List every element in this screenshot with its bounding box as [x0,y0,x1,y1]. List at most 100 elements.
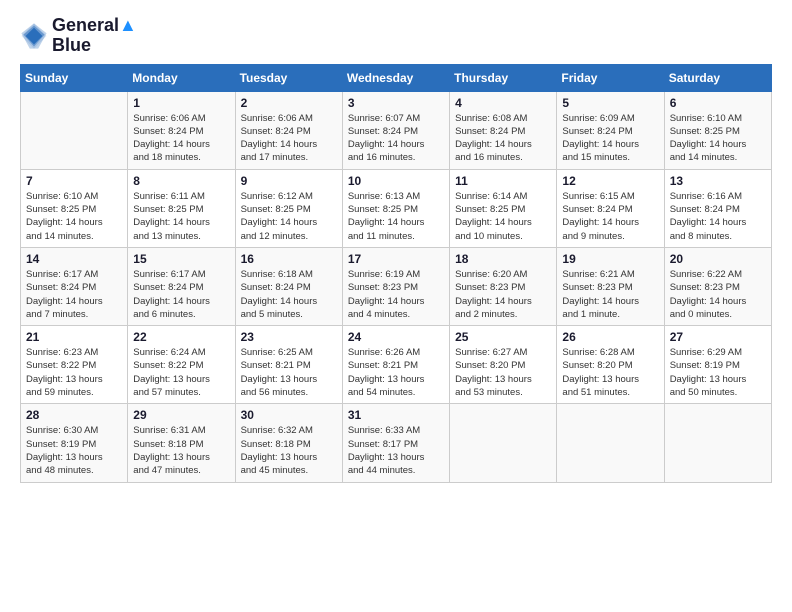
calendar-cell: 18Sunrise: 6:20 AMSunset: 8:23 PMDayligh… [450,247,557,325]
calendar-cell: 31 Sunrise: 6:33 AMSunset: 8:17 PMDayligh… [342,404,449,482]
calendar-cell: 2 Sunrise: 6:06 AMSunset: 8:24 PMDaylight… [235,91,342,169]
calendar-cell: 4 Sunrise: 6:08 AMSunset: 8:24 PMDaylight… [450,91,557,169]
day-number: 15 [133,252,229,266]
weekday-header-tuesday: Tuesday [235,64,342,91]
calendar-cell: 12 Sunrise: 6:15 AMSunset: 8:24 PMDayligh… [557,169,664,247]
day-info: Sunrise: 6:17 AMSunset: 8:24 PMDaylight:… [26,268,122,321]
weekday-header-saturday: Saturday [664,64,771,91]
calendar-cell: 23 Sunrise: 6:25 AMSunset: 8:21 PMDayligh… [235,326,342,404]
day-info: Sunrise: 6:26 AMSunset: 8:21 PMDaylight:… [348,346,444,399]
day-info: Sunrise: 6:16 AMSunset: 8:24 PMDaylight:… [670,190,766,243]
day-info: Sunrise: 6:32 AMSunset: 8:18 PMDaylight:… [241,424,337,477]
day-info: Sunrise: 6:22 AMSunset: 8:23 PMDaylight:… [670,268,766,321]
day-info: Sunrise: 6:29 AMSunset: 8:19 PMDaylight:… [670,346,766,399]
day-info: Sunrise: 6:10 AMSunset: 8:25 PMDaylight:… [26,190,122,243]
day-number: 25 [455,330,551,344]
day-info: Sunrise: 6:13 AMSunset: 8:25 PMDaylight:… [348,190,444,243]
calendar-cell: 11 Sunrise: 6:14 AMSunset: 8:25 PMDayligh… [450,169,557,247]
calendar-cell: 17 Sunrise: 6:19 AMSunset: 8:23 PMDayligh… [342,247,449,325]
day-info: Sunrise: 6:11 AMSunset: 8:25 PMDaylight:… [133,190,229,243]
day-number: 24 [348,330,444,344]
day-number: 31 [348,408,444,422]
calendar-cell: 5 Sunrise: 6:09 AMSunset: 8:24 PMDaylight… [557,91,664,169]
day-number: 1 [133,96,229,110]
weekday-header-sunday: Sunday [21,64,128,91]
day-info: Sunrise: 6:07 AMSunset: 8:24 PMDaylight:… [348,112,444,165]
calendar-cell: 8 Sunrise: 6:11 AMSunset: 8:25 PMDaylight… [128,169,235,247]
day-info: Sunrise: 6:18 AMSunset: 8:24 PMDaylight:… [241,268,337,321]
calendar-cell: 24 Sunrise: 6:26 AMSunset: 8:21 PMDayligh… [342,326,449,404]
day-number: 13 [670,174,766,188]
logo: General▲ Blue [20,16,137,56]
day-info: Sunrise: 6:19 AMSunset: 8:23 PMDaylight:… [348,268,444,321]
week-row-5: 28 Sunrise: 6:30 AMSunset: 8:19 PMDayligh… [21,404,772,482]
day-number: 18 [455,252,551,266]
week-row-1: 1 Sunrise: 6:06 AMSunset: 8:24 PMDaylight… [21,91,772,169]
day-number: 9 [241,174,337,188]
calendar-cell [557,404,664,482]
calendar-cell: 27Sunrise: 6:29 AMSunset: 8:19 PMDayligh… [664,326,771,404]
calendar-cell: 30 Sunrise: 6:32 AMSunset: 8:18 PMDayligh… [235,404,342,482]
day-info: Sunrise: 6:33 AMSunset: 8:17 PMDaylight:… [348,424,444,477]
day-info: Sunrise: 6:12 AMSunset: 8:25 PMDaylight:… [241,190,337,243]
calendar-cell: 26Sunrise: 6:28 AMSunset: 8:20 PMDayligh… [557,326,664,404]
calendar-cell: 28 Sunrise: 6:30 AMSunset: 8:19 PMDayligh… [21,404,128,482]
calendar-cell [450,404,557,482]
calendar-cell: 22Sunrise: 6:24 AMSunset: 8:22 PMDayligh… [128,326,235,404]
day-number: 20 [670,252,766,266]
weekday-header-monday: Monday [128,64,235,91]
day-number: 23 [241,330,337,344]
calendar-cell: 16 Sunrise: 6:18 AMSunset: 8:24 PMDayligh… [235,247,342,325]
day-info: Sunrise: 6:30 AMSunset: 8:19 PMDaylight:… [26,424,122,477]
day-info: Sunrise: 6:23 AMSunset: 8:22 PMDaylight:… [26,346,122,399]
day-info: Sunrise: 6:27 AMSunset: 8:20 PMDaylight:… [455,346,551,399]
calendar-cell: 13 Sunrise: 6:16 AMSunset: 8:24 PMDayligh… [664,169,771,247]
day-info: Sunrise: 6:08 AMSunset: 8:24 PMDaylight:… [455,112,551,165]
day-number: 17 [348,252,444,266]
day-number: 11 [455,174,551,188]
day-number: 2 [241,96,337,110]
calendar-cell [21,91,128,169]
logo-text: General▲ Blue [52,16,137,56]
calendar-cell: 19 Sunrise: 6:21 AMSunset: 8:23 PMDayligh… [557,247,664,325]
calendar-cell: 1 Sunrise: 6:06 AMSunset: 8:24 PMDaylight… [128,91,235,169]
day-number: 12 [562,174,658,188]
calendar-cell: 25 Sunrise: 6:27 AMSunset: 8:20 PMDayligh… [450,326,557,404]
day-number: 3 [348,96,444,110]
day-number: 28 [26,408,122,422]
day-info: Sunrise: 6:31 AMSunset: 8:18 PMDaylight:… [133,424,229,477]
day-number: 21 [26,330,122,344]
calendar-cell: 15Sunrise: 6:17 AMSunset: 8:24 PMDayligh… [128,247,235,325]
day-info: Sunrise: 6:10 AMSunset: 8:25 PMDaylight:… [670,112,766,165]
weekday-header-thursday: Thursday [450,64,557,91]
weekday-header-wednesday: Wednesday [342,64,449,91]
day-number: 4 [455,96,551,110]
day-number: 8 [133,174,229,188]
week-row-2: 7Sunrise: 6:10 AMSunset: 8:25 PMDaylight… [21,169,772,247]
day-info: Sunrise: 6:15 AMSunset: 8:24 PMDaylight:… [562,190,658,243]
day-info: Sunrise: 6:21 AMSunset: 8:23 PMDaylight:… [562,268,658,321]
header: General▲ Blue [20,16,772,56]
calendar-cell: 14 Sunrise: 6:17 AMSunset: 8:24 PMDayligh… [21,247,128,325]
day-number: 19 [562,252,658,266]
weekday-header-row: SundayMondayTuesdayWednesdayThursdayFrid… [21,64,772,91]
day-number: 6 [670,96,766,110]
day-info: Sunrise: 6:06 AMSunset: 8:24 PMDaylight:… [241,112,337,165]
day-info: Sunrise: 6:14 AMSunset: 8:25 PMDaylight:… [455,190,551,243]
day-number: 5 [562,96,658,110]
logo-icon [20,22,48,50]
day-number: 30 [241,408,337,422]
day-number: 14 [26,252,122,266]
calendar-cell: 7Sunrise: 6:10 AMSunset: 8:25 PMDaylight… [21,169,128,247]
day-info: Sunrise: 6:06 AMSunset: 8:24 PMDaylight:… [133,112,229,165]
calendar-cell [664,404,771,482]
calendar-cell: 9 Sunrise: 6:12 AMSunset: 8:25 PMDaylight… [235,169,342,247]
week-row-4: 21 Sunrise: 6:23 AMSunset: 8:22 PMDayligh… [21,326,772,404]
calendar-cell: 10Sunrise: 6:13 AMSunset: 8:25 PMDayligh… [342,169,449,247]
week-row-3: 14 Sunrise: 6:17 AMSunset: 8:24 PMDayligh… [21,247,772,325]
day-info: Sunrise: 6:09 AMSunset: 8:24 PMDaylight:… [562,112,658,165]
calendar-cell: 29Sunrise: 6:31 AMSunset: 8:18 PMDayligh… [128,404,235,482]
day-number: 16 [241,252,337,266]
weekday-header-friday: Friday [557,64,664,91]
day-info: Sunrise: 6:25 AMSunset: 8:21 PMDaylight:… [241,346,337,399]
